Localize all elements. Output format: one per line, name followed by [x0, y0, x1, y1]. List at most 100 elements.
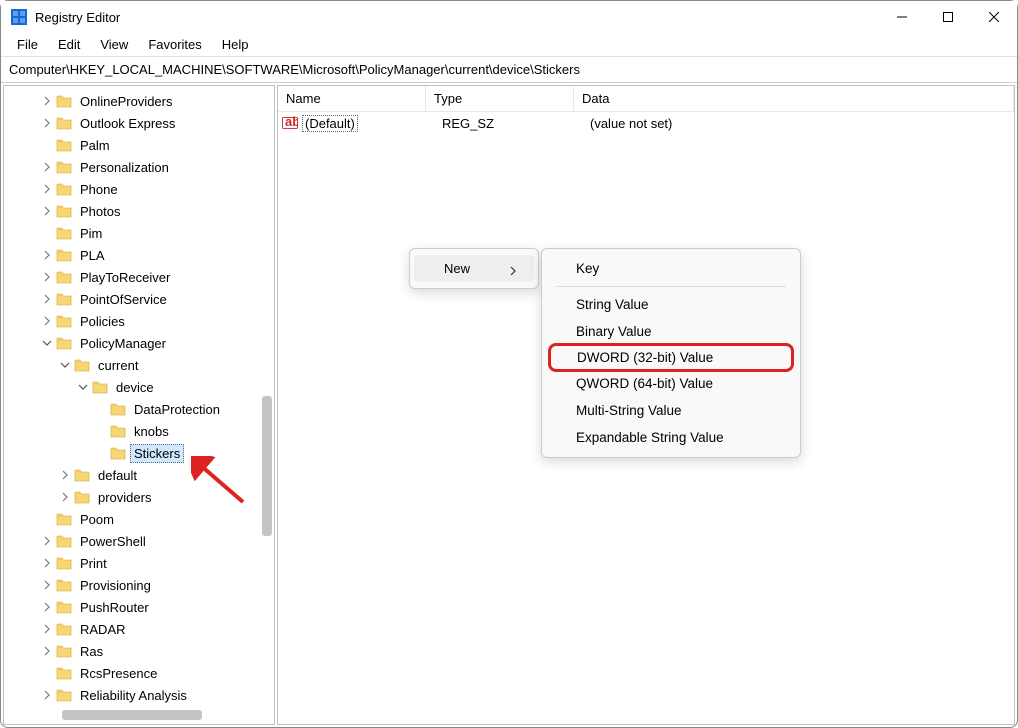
tree-item[interactable]: DataProtection — [4, 398, 274, 420]
tree-item-label: Provisioning — [76, 576, 155, 595]
window-title: Registry Editor — [35, 10, 879, 25]
ctx-dword-value[interactable]: DWORD (32-bit) Value — [548, 343, 794, 372]
chevron-right-icon — [40, 512, 54, 526]
chevron-right-icon[interactable] — [40, 94, 54, 108]
folder-icon — [56, 534, 72, 548]
chevron-right-icon[interactable] — [58, 490, 72, 504]
ctx-binary-value[interactable]: Binary Value — [546, 318, 796, 345]
chevron-right-icon[interactable] — [40, 314, 54, 328]
tree-item[interactable]: PolicyManager — [4, 332, 274, 354]
ctx-key[interactable]: Key — [546, 255, 796, 282]
tree-item-label: Policies — [76, 312, 129, 331]
folder-icon — [56, 182, 72, 196]
folder-icon — [56, 138, 72, 152]
tree-item[interactable]: Policies — [4, 310, 274, 332]
tree-item[interactable]: Print — [4, 552, 274, 574]
tree-item[interactable]: PowerShell — [4, 530, 274, 552]
menu-favorites[interactable]: Favorites — [138, 35, 211, 54]
folder-icon — [56, 226, 72, 240]
tree-item[interactable]: Outlook Express — [4, 112, 274, 134]
list-row[interactable]: ab (Default) REG_SZ (value not set) — [278, 112, 1014, 134]
maximize-button[interactable] — [925, 1, 971, 33]
column-header-data[interactable]: Data — [574, 86, 1014, 111]
chevron-right-icon[interactable] — [40, 204, 54, 218]
chevron-down-icon[interactable] — [40, 336, 54, 350]
ctx-qword-value[interactable]: QWORD (64-bit) Value — [546, 370, 796, 397]
chevron-right-icon[interactable] — [40, 600, 54, 614]
folder-icon — [56, 622, 72, 636]
context-menu-primary: New — [409, 248, 539, 289]
tree-item[interactable]: device — [4, 376, 274, 398]
folder-icon — [110, 446, 126, 460]
close-button[interactable] — [971, 1, 1017, 33]
tree-item[interactable]: knobs — [4, 420, 274, 442]
chevron-down-icon[interactable] — [76, 380, 90, 394]
chevron-down-icon[interactable] — [58, 358, 72, 372]
tree-item-label: PointOfService — [76, 290, 171, 309]
tree-hscrollbar-thumb[interactable] — [62, 710, 202, 720]
tree-item-label: Poom — [76, 510, 118, 529]
chevron-right-icon — [40, 138, 54, 152]
chevron-right-icon[interactable] — [40, 182, 54, 196]
tree-vscrollbar-thumb[interactable] — [262, 396, 272, 536]
tree-item[interactable]: current — [4, 354, 274, 376]
tree-item-label: Outlook Express — [76, 114, 179, 133]
titlebar: Registry Editor — [1, 1, 1017, 33]
menu-help[interactable]: Help — [212, 35, 259, 54]
tree-item[interactable]: RcsPresence — [4, 662, 274, 684]
chevron-right-icon[interactable] — [40, 270, 54, 284]
chevron-right-icon[interactable] — [40, 578, 54, 592]
folder-icon — [56, 578, 72, 592]
tree-item[interactable]: Provisioning — [4, 574, 274, 596]
tree-item[interactable]: Poom — [4, 508, 274, 530]
column-header-name[interactable]: Name — [278, 86, 426, 111]
column-header-type[interactable]: Type — [426, 86, 574, 111]
tree-item-label: knobs — [130, 422, 173, 441]
tree-item[interactable]: PlayToReceiver — [4, 266, 274, 288]
chevron-right-icon[interactable] — [40, 622, 54, 636]
tree-item[interactable]: Photos — [4, 200, 274, 222]
tree-item-label: Reliability Analysis — [76, 686, 191, 705]
chevron-right-icon[interactable] — [40, 292, 54, 306]
minimize-button[interactable] — [879, 1, 925, 33]
chevron-right-icon[interactable] — [40, 116, 54, 130]
chevron-right-icon[interactable] — [40, 160, 54, 174]
tree-item[interactable]: RADAR — [4, 618, 274, 640]
tree-item[interactable]: OnlineProviders — [4, 90, 274, 112]
tree-item[interactable]: Pim — [4, 222, 274, 244]
tree-vscrollbar[interactable] — [258, 86, 274, 724]
tree-item-label: Phone — [76, 180, 122, 199]
menu-edit[interactable]: Edit — [48, 35, 90, 54]
tree-item[interactable]: Ras — [4, 640, 274, 662]
ctx-new[interactable]: New — [414, 255, 534, 282]
ctx-multistring-value[interactable]: Multi-String Value — [546, 397, 796, 424]
chevron-right-icon[interactable] — [40, 556, 54, 570]
tree-item[interactable]: PointOfService — [4, 288, 274, 310]
chevron-right-icon[interactable] — [58, 468, 72, 482]
chevron-right-icon[interactable] — [40, 248, 54, 262]
ctx-expandstring-value[interactable]: Expandable String Value — [546, 424, 796, 451]
folder-icon — [56, 644, 72, 658]
chevron-right-icon[interactable] — [40, 644, 54, 658]
menu-view[interactable]: View — [90, 35, 138, 54]
tree-item[interactable]: Palm — [4, 134, 274, 156]
tree-item-label: device — [112, 378, 158, 397]
menu-file[interactable]: File — [7, 35, 48, 54]
ctx-string-value[interactable]: String Value — [546, 291, 796, 318]
folder-icon — [56, 204, 72, 218]
tree-item[interactable]: PLA — [4, 244, 274, 266]
tree-item[interactable]: Reliability Analysis — [4, 684, 274, 706]
tree-item[interactable]: Personalization — [4, 156, 274, 178]
tree-item[interactable]: Phone — [4, 178, 274, 200]
chevron-right-icon[interactable] — [40, 534, 54, 548]
address-bar[interactable]: Computer\HKEY_LOCAL_MACHINE\SOFTWARE\Mic… — [1, 57, 1017, 83]
tree-item[interactable]: PushRouter — [4, 596, 274, 618]
tree-item[interactable]: Stickers — [4, 442, 274, 464]
folder-icon — [74, 468, 90, 482]
tree-item[interactable]: default — [4, 464, 274, 486]
chevron-right-icon[interactable] — [40, 688, 54, 702]
address-path: Computer\HKEY_LOCAL_MACHINE\SOFTWARE\Mic… — [9, 62, 580, 77]
tree-item[interactable]: providers — [4, 486, 274, 508]
tree-item-label: default — [94, 466, 141, 485]
tree-item-label: Stickers — [130, 444, 184, 463]
